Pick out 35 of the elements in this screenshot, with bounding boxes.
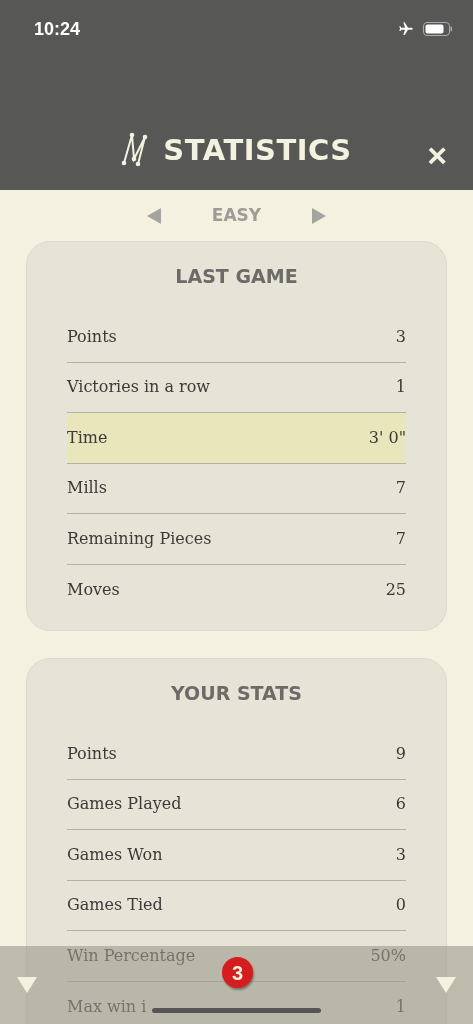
stat-value: 7 [395,527,406,550]
stat-value: 3 [395,325,406,348]
stat-value: 9 [395,742,406,765]
stat-value: 7 [395,477,406,500]
stat-value: 1 [395,995,406,1018]
battery-icon [423,22,453,36]
stat-label: Victories in a row [67,376,211,399]
next-arrow-icon[interactable] [311,206,328,225]
stat-label: Games Won [67,843,163,866]
down-arrow-icon[interactable] [435,976,457,994]
close-button[interactable]: × [427,138,447,172]
card-title: YOUR STATS [171,682,302,704]
stat-value: 0 [395,894,406,917]
stat-label: Win Percentage [67,944,196,967]
stat-label: Points [67,742,117,765]
difficulty-label: EASY [210,203,263,227]
down-arrow-icon[interactable] [16,976,38,994]
stat-label: Time [67,426,108,449]
stat-value: 6 [395,793,406,816]
stat-label: Games Played [67,793,182,816]
stat-value: 1 [395,376,406,399]
stat-label: Max win i [67,995,147,1018]
screen-title: STATISTICS [163,131,352,169]
stat-label: Games Tied [67,894,163,917]
stat-label: Points [67,325,117,348]
stat-label: Mills [67,477,107,500]
stat-value: 3 [395,843,406,866]
stat-value: 3' 0" [368,426,406,449]
stat-label: Remaining Pieces [67,527,212,550]
card-title: LAST GAME [175,265,298,287]
stat-label: Moves [67,578,120,601]
previous-arrow-icon[interactable] [145,206,162,225]
stat-value: 50% [370,944,406,967]
status-time: 10:24 [34,17,81,41]
stat-value: 25 [385,578,406,601]
